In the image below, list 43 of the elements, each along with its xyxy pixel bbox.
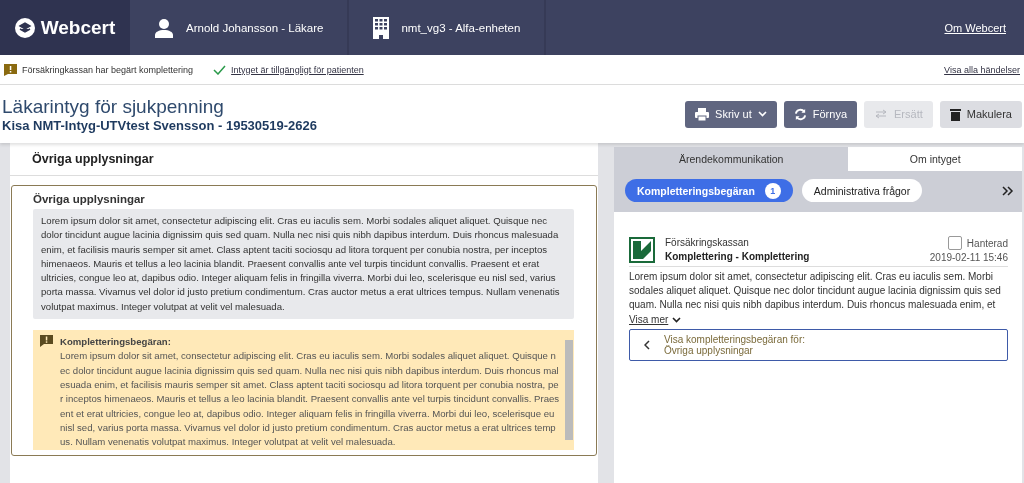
request-title: Kompletteringsbegäran:	[60, 335, 172, 350]
patient-name: Kisa NMT-Intyg-UTVtest Svensson - 19530519-2626	[2, 117, 318, 133]
comment-icon	[40, 335, 53, 348]
trash-icon	[949, 107, 961, 121]
user-icon	[154, 17, 174, 38]
chevron-left-icon	[644, 340, 650, 350]
request-text: Lorem ipsum dolor sit amet, consectetur adipiscing elit. Cras eu iaculis sem. Morbi sodales aliquet aliquet. Quisque nec dolor tincidunt augue lacinia dignissim quis sed quam. Nulla nec nisi quis nibh dapibus interdum. Duis rhoncus malesuada enim, et facilisis mauris semper sit amet. Class aptent taciti sociosqu ad litora torquent per conubia nostra, per inceptos himenaeos. Mauris et tellus a leo lacinia blandit. Praesent convallis ante vel turpis tincidunt convallis. Praesent et erat ultricies, congue leo at, dapibus odio. Integer aliquam felis in fringilla viverra. Morbi dui leo, scelerisque eu nisl sed, varius porta massa. Vivamus vel dolor id justo pretium condimentum. Cras auctor metus a erat ultrices tempus. Nullam venenatis volutpat maximus. Integer volutpat at velit vel malesuada.	[60, 349, 560, 450]
swap-icon	[874, 109, 888, 119]
show-request-button[interactable]: Visa kompletteringsbegäran för: Övriga upplysningar	[629, 329, 1008, 361]
check-icon	[213, 64, 227, 75]
caret-icon	[757, 111, 767, 117]
user-name: Arnold Johansson - Läkare	[186, 21, 324, 34]
printer-icon	[695, 107, 710, 121]
renew-button[interactable]: Förnya	[783, 100, 857, 128]
section-heading: Övriga upplysningar	[10, 143, 598, 176]
message-text: Lorem ipsum dolor sit amet, consectetur adipiscing elit. Cras eu iaculis sem. Morbi sodales aliquet aliquet. Quisque nec dolor tincidunt augue lacinia dignissim quis sed quam. Nulla nec nisi quis nibh dapibus interdum. Duis rhoncus malesuada enim, et	[629, 270, 1002, 312]
handled-checkbox[interactable]: Hanterad	[947, 236, 1008, 250]
logo-icon	[14, 17, 35, 38]
answer-text: Lorem ipsum dolor sit amet, consectetur adipiscing elit. Cras eu iaculis sem. Morbi sodales aliquet aliquet. Quisque nec dolor tincidunt augue lacinia dignissim quis sed quam. Nulla nec nisi quis nibh dapibus interdum. Duis rhoncus malesuada enim, et facilisis mauris semper sit amet. Class aptent taciti sociosqu ad litora torquent per conubia nostra, per inceptos himenaeos. Mauris et tellus a leo lacinia blandit. Praesent convallis ante vel turpis tincidunt convallis. Praesent et erat ultricies, congue leo at, dapibus odio. Integer aliquam felis in fringilla viverra. Morbi dui leo, scelerisque eu nisl sed, varius porta massa. Vivamus vel dolor id justo pretium condimentum. Cras auctor metus a erat ultrices tempus. Nullam venenatis volutpat maximus. Integer volutpat at velit vel malesuada.	[33, 209, 574, 320]
print-button[interactable]: Skriv ut	[685, 100, 777, 128]
message-date: 2019-02-11 15:46	[929, 252, 1008, 263]
show-more-link[interactable]: Visa mer	[629, 314, 682, 325]
building-icon	[373, 16, 390, 39]
status-link[interactable]: Intyget är tillgängligt för patienten	[231, 64, 364, 75]
status-message: Försäkringkassan har begärt komplettering	[22, 64, 194, 75]
certificate-title: Läkarintyg för sjukpenning	[2, 95, 225, 118]
double-chevron-icon[interactable]	[1002, 185, 1014, 196]
message-subject: Komplettering - Komplettering	[665, 251, 811, 262]
panel-tab[interactable]: Om intyget	[848, 147, 1022, 171]
caret-icon	[672, 316, 682, 323]
events-link[interactable]: Visa alla händelser	[944, 64, 1020, 75]
filter-pill[interactable]: Administrativa frågor	[801, 179, 923, 202]
agency-logo-icon	[629, 236, 655, 263]
about-link[interactable]: Om Webcert	[944, 21, 1006, 34]
filter-pill[interactable]: Kompletteringsbegäran 1	[625, 179, 793, 202]
question-title: Övriga upplysningar	[33, 193, 146, 205]
delete-button[interactable]: Makulera	[939, 100, 1022, 128]
count-badge: 1	[764, 182, 781, 199]
sender-name: Försäkringskassan	[665, 237, 750, 248]
refresh-icon	[793, 107, 807, 121]
unit-name: nmt_vg3 - Alfa-enheten	[401, 21, 521, 34]
warning-icon	[4, 63, 17, 76]
logo: Webcert	[40, 16, 116, 39]
